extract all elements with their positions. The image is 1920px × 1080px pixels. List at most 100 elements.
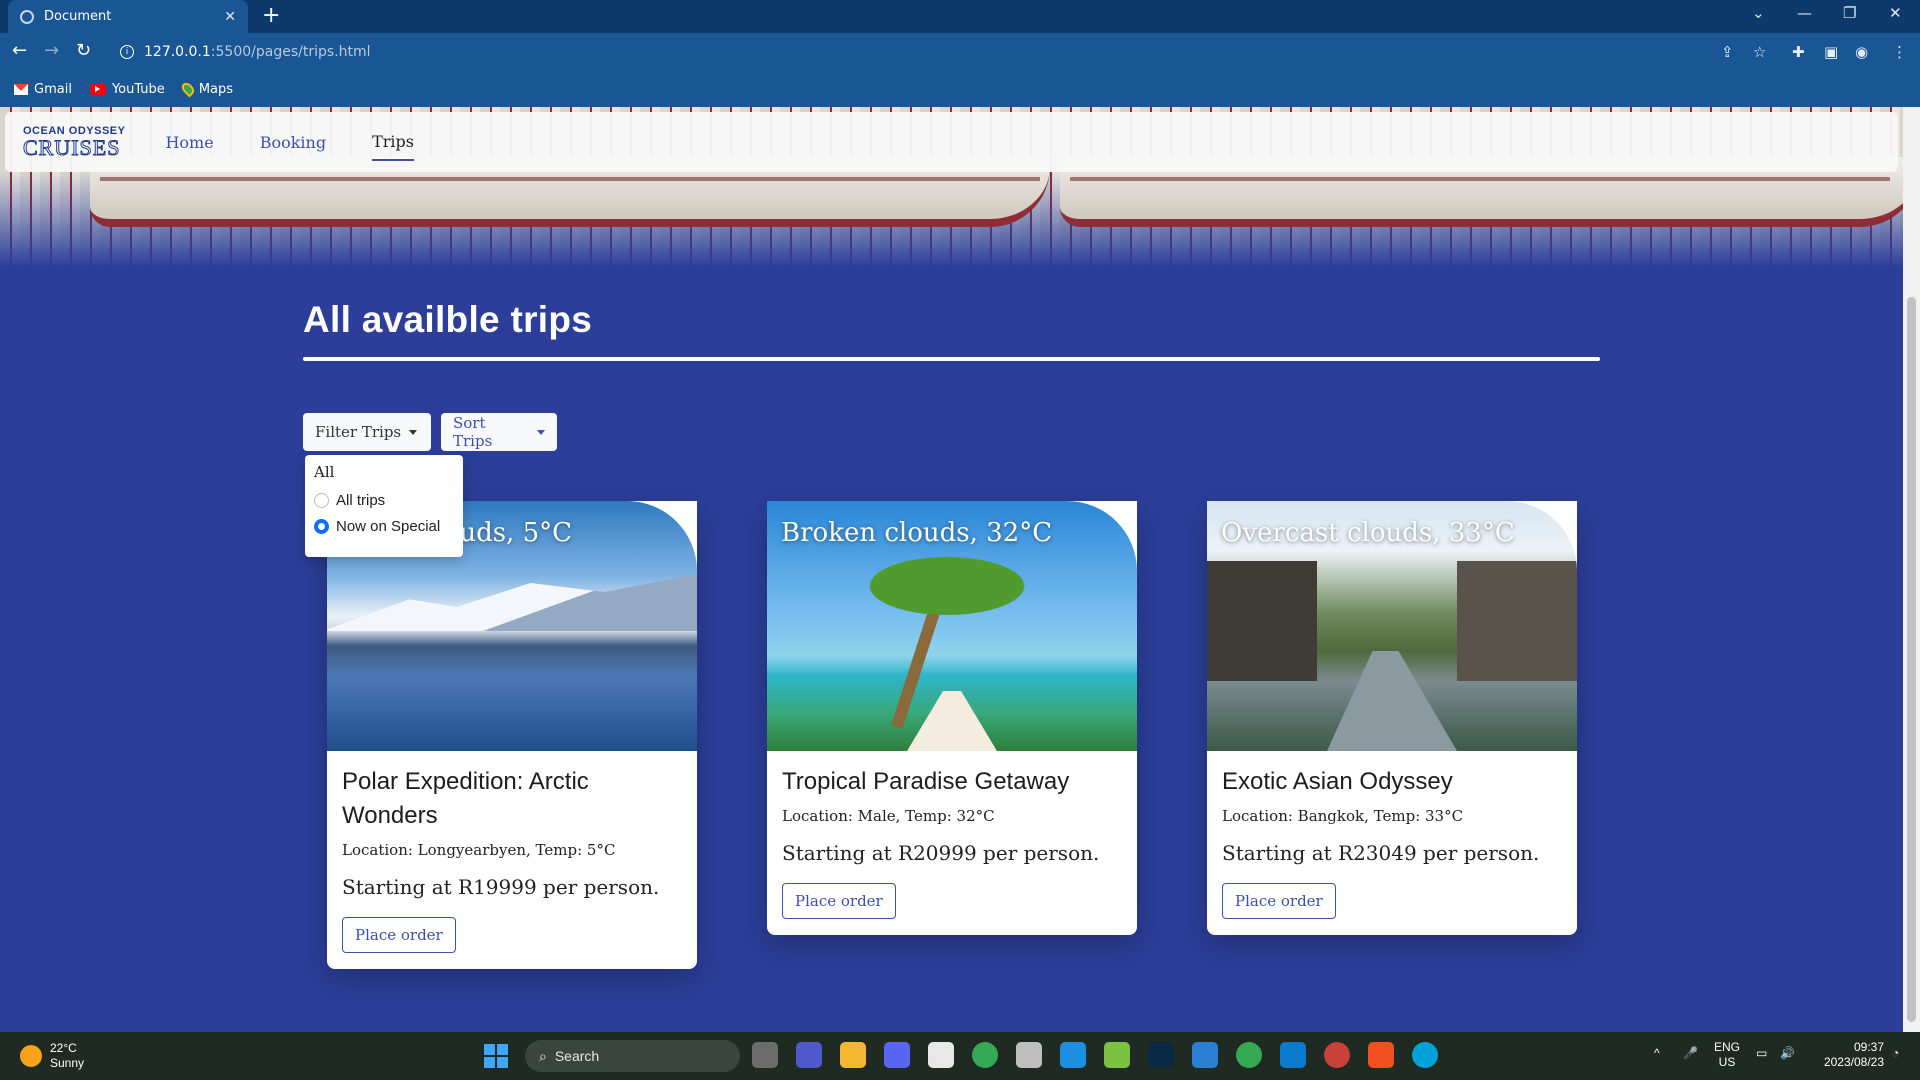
filter-trips-dropdown[interactable]: Filter Trips [303, 413, 431, 451]
nav-link-booking[interactable]: Booking [260, 125, 326, 160]
trip-card: Clear clouds, 5°C Polar Expedition: Arct… [327, 501, 697, 969]
house-shape [1207, 561, 1317, 681]
trip-title: Tropical Paradise Getaway [782, 768, 1070, 795]
restore-icon[interactable]: ❐ [1843, 4, 1856, 22]
place-order-button[interactable]: Place order [782, 883, 896, 919]
logo-bottom-text: CRUISES [22, 134, 121, 160]
page-scrollbar[interactable] [1903, 107, 1920, 1032]
back-arrow-icon[interactable]: ← [12, 41, 27, 61]
discord-icon[interactable] [884, 1042, 910, 1068]
chrome-active-icon[interactable] [1324, 1042, 1350, 1068]
weather-desc: Sunny [50, 1056, 85, 1070]
vscode-icon[interactable] [1280, 1042, 1306, 1068]
clock[interactable]: 09:37 2023/08/23 [1814, 1040, 1884, 1070]
windows-taskbar: 22°C Sunny ⌕ Search ^ 🎤 ENG US ▭ 🔊 09:37… [0, 1032, 1920, 1080]
weather-label: Overcast clouds, 33°C [1221, 518, 1515, 548]
page-viewport: OCEAN ODYSSEY CRUISES Home Booking Trips… [0, 107, 1903, 1032]
radio-button[interactable] [314, 492, 329, 508]
trip-location: Location: Male, Temp: 32°C [782, 807, 995, 825]
chrome-profile-icon[interactable] [1236, 1042, 1262, 1068]
bookmarks-bar: Gmail YouTube Maps [0, 71, 1920, 107]
bookmark-gmail[interactable]: Gmail [14, 82, 72, 97]
trip-title: Exotic Asian Odyssey [1222, 768, 1453, 795]
filter-option-all-trips[interactable]: All trips [314, 487, 454, 513]
task-view-icon[interactable] [752, 1042, 778, 1068]
windows-start-icon[interactable] [484, 1044, 508, 1068]
place-order-button[interactable]: Place order [342, 917, 456, 953]
ship-deck-line [100, 177, 1040, 181]
lightroom-icon[interactable] [1148, 1042, 1174, 1068]
figma-icon[interactable] [1368, 1042, 1394, 1068]
bookmark-star-icon[interactable]: ☆ [1753, 43, 1766, 61]
close-window-icon[interactable]: ✕ [1889, 4, 1902, 22]
place-order-button[interactable]: Place order [1222, 883, 1336, 919]
gmail-icon [14, 83, 28, 95]
spreadsheet-icon[interactable] [1104, 1042, 1130, 1068]
new-tab-button[interactable]: + [262, 4, 280, 28]
youtube-icon [89, 83, 106, 95]
weather-widget[interactable]: 22°C Sunny [20, 1041, 84, 1071]
reload-icon[interactable]: ↻ [76, 41, 91, 61]
page-title: All availble trips [303, 299, 593, 340]
side-panel-icon[interactable]: ▣ [1824, 43, 1838, 61]
trip-location: Location: Bangkok, Temp: 33°C [1222, 807, 1464, 825]
nav-link-home[interactable]: Home [165, 125, 213, 160]
close-tab-icon[interactable]: ✕ [224, 9, 236, 25]
caret-down-icon [537, 429, 545, 435]
tab-search-chevron-icon[interactable]: ⌄ [1752, 4, 1765, 22]
language-indicator[interactable]: ENG US [1714, 1040, 1740, 1070]
ship-deck-line [1070, 177, 1890, 181]
photos-icon[interactable] [1192, 1042, 1218, 1068]
store-icon[interactable] [1060, 1042, 1086, 1068]
chrome-icon[interactable] [972, 1042, 998, 1068]
microphone-icon[interactable]: 🎤 [1683, 1046, 1698, 1061]
volume-icon[interactable]: 🔊 [1780, 1046, 1795, 1061]
canal-shape [1327, 651, 1457, 751]
weather-label: Broken clouds, 32°C [781, 518, 1053, 548]
bookmark-label: Maps [198, 81, 234, 97]
pier-shape [907, 691, 997, 751]
trip-card: Broken clouds, 32°C Tropical Paradise Ge… [767, 501, 1137, 935]
extensions-puzzle-icon[interactable]: ✚ [1792, 43, 1805, 61]
trip-location: Location: Longyearbyen, Temp: 5°C [342, 841, 616, 859]
bookmark-youtube[interactable]: YouTube [89, 81, 165, 97]
site-info-icon[interactable]: i [120, 45, 134, 59]
taskbar-search[interactable]: ⌕ Search [525, 1040, 740, 1072]
tray-chevron-up-icon[interactable]: ^ [1654, 1046, 1660, 1061]
notifications-icon[interactable]: ◔ [1892, 1046, 1899, 1061]
bookmark-maps[interactable]: Maps [179, 80, 234, 98]
filter-trips-label: Filter Trips [315, 423, 402, 441]
nav-link-trips[interactable]: Trips [372, 124, 414, 161]
bookmark-label: YouTube [111, 81, 165, 97]
filter-option-label: All trips [336, 491, 386, 509]
profile-avatar-icon[interactable]: ◉ [1855, 43, 1868, 61]
forward-arrow-icon[interactable]: → [44, 41, 59, 61]
radio-button-checked[interactable] [314, 518, 329, 534]
pen-tool-icon[interactable] [1016, 1042, 1042, 1068]
filter-menu-header[interactable]: All [314, 463, 454, 481]
minimize-icon[interactable]: — [1797, 4, 1812, 22]
share-icon[interactable]: ⇪ [1721, 43, 1734, 61]
canva-icon[interactable] [1412, 1042, 1438, 1068]
shield-app-icon[interactable] [928, 1042, 954, 1068]
scrollbar-thumb[interactable] [1907, 297, 1916, 1022]
teams-icon[interactable] [796, 1042, 822, 1068]
url-path: :5500/pages/trips.html [210, 44, 371, 60]
browser-menu-icon[interactable]: ⋮ [1892, 43, 1907, 61]
search-label: Search [554, 1048, 600, 1064]
tab-title: Document [44, 9, 112, 24]
sort-trips-dropdown[interactable]: Sort Trips [441, 413, 557, 451]
address-bar[interactable]: i 127.0.0.1:5500/pages/trips.html [106, 37, 1786, 67]
network-icon[interactable]: ▭ [1756, 1046, 1767, 1061]
clock-date: 2023/08/23 [1823, 1055, 1884, 1069]
filter-option-now-on-special[interactable]: Now on Special [314, 513, 454, 539]
file-explorer-icon[interactable] [840, 1042, 866, 1068]
site-logo[interactable]: OCEAN ODYSSEY CRUISES [22, 125, 125, 160]
trip-title: Polar Expedition: Arctic Wonders [342, 768, 589, 829]
filter-option-label: Now on Special [336, 517, 441, 535]
search-icon: ⌕ [539, 1047, 547, 1064]
title-divider [303, 357, 1600, 361]
site-navbar: OCEAN ODYSSEY CRUISES Home Booking Trips [5, 112, 1898, 172]
browser-tab[interactable]: Document ✕ [8, 0, 248, 33]
trip-price: Starting at R19999 per person. [342, 875, 660, 899]
